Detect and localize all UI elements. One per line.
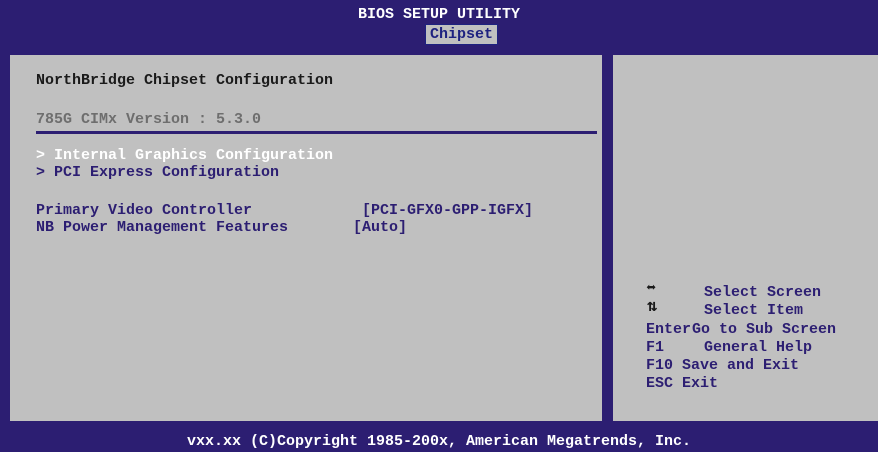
- help-desc-save-exit: Save and Exit: [682, 357, 800, 374]
- option-label-nb-power: NB Power Management Features: [36, 219, 289, 236]
- help-desc-exit: Exit: [682, 375, 719, 392]
- option-value-nb-power[interactable]: [Auto]: [353, 219, 407, 236]
- option-label-primary-video: Primary Video Controller: [36, 202, 253, 219]
- help-desc-general-help: General Help: [704, 339, 813, 356]
- help-panel: ⬌ Select Screen ⇅ Select Item Enter Go t…: [611, 53, 878, 423]
- help-desc-sub-screen: Go to Sub Screen: [692, 321, 837, 338]
- help-desc-select-item: Select Item: [704, 302, 804, 319]
- left-right-arrow-icon: ⬌: [646, 280, 657, 299]
- bios-header: BIOS SETUP UTILITY Chipset: [0, 0, 878, 46]
- version-info: 785G CIMx Version : 5.3.0: [36, 111, 262, 128]
- option-value-primary-video[interactable]: [PCI-GFX0-GPP-IGFX]: [362, 202, 533, 219]
- submenu-internal-graphics[interactable]: > Internal Graphics Configuration: [36, 147, 333, 164]
- settings-panel: NorthBridge Chipset Configuration 785G C…: [8, 53, 604, 423]
- tab-chipset[interactable]: Chipset: [425, 24, 499, 45]
- submenu-pci-express[interactable]: > PCI Express Configuration: [36, 164, 279, 181]
- divider: [36, 131, 597, 134]
- up-down-arrow-icon: ⇅: [647, 298, 658, 317]
- help-desc-select-screen: Select Screen: [704, 284, 822, 301]
- help-key-enter: Enter: [646, 321, 692, 338]
- copyright-footer: vxx.xx (C)Copyright 1985-200x, American …: [0, 432, 878, 452]
- page-title: NorthBridge Chipset Configuration: [36, 72, 334, 89]
- help-key-f1: F1: [646, 339, 665, 356]
- bios-title: BIOS SETUP UTILITY: [357, 6, 521, 23]
- help-key-f10: F10: [646, 357, 674, 374]
- help-key-esc: ESC: [646, 375, 674, 392]
